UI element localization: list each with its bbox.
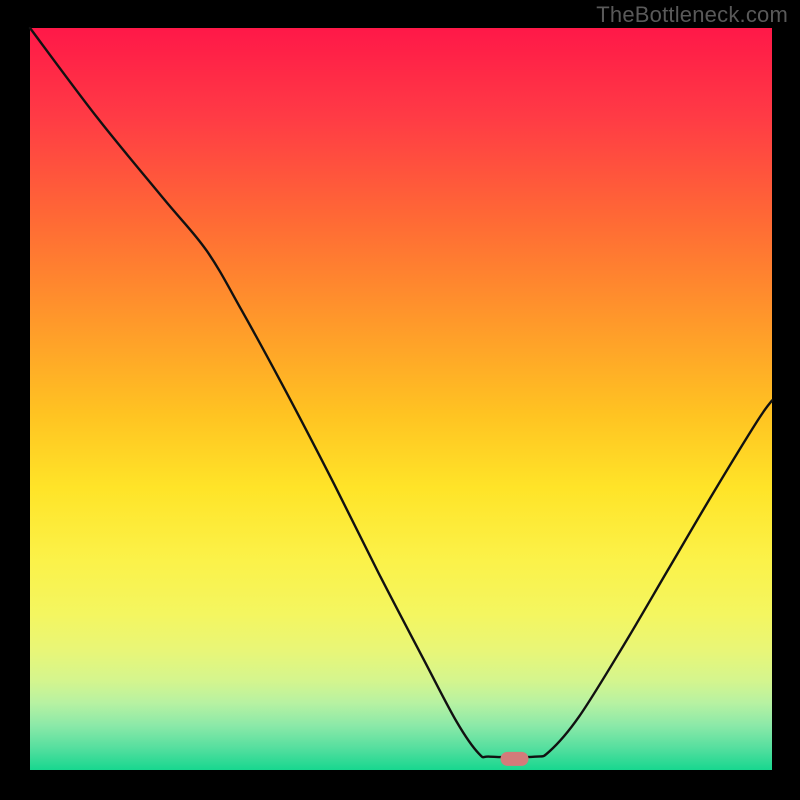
curve-layer [30, 28, 772, 770]
watermark-text: TheBottleneck.com [596, 2, 788, 28]
chart-frame: TheBottleneck.com [0, 0, 800, 800]
bottleneck-curve [30, 28, 772, 757]
optimal-point-marker [501, 752, 529, 766]
